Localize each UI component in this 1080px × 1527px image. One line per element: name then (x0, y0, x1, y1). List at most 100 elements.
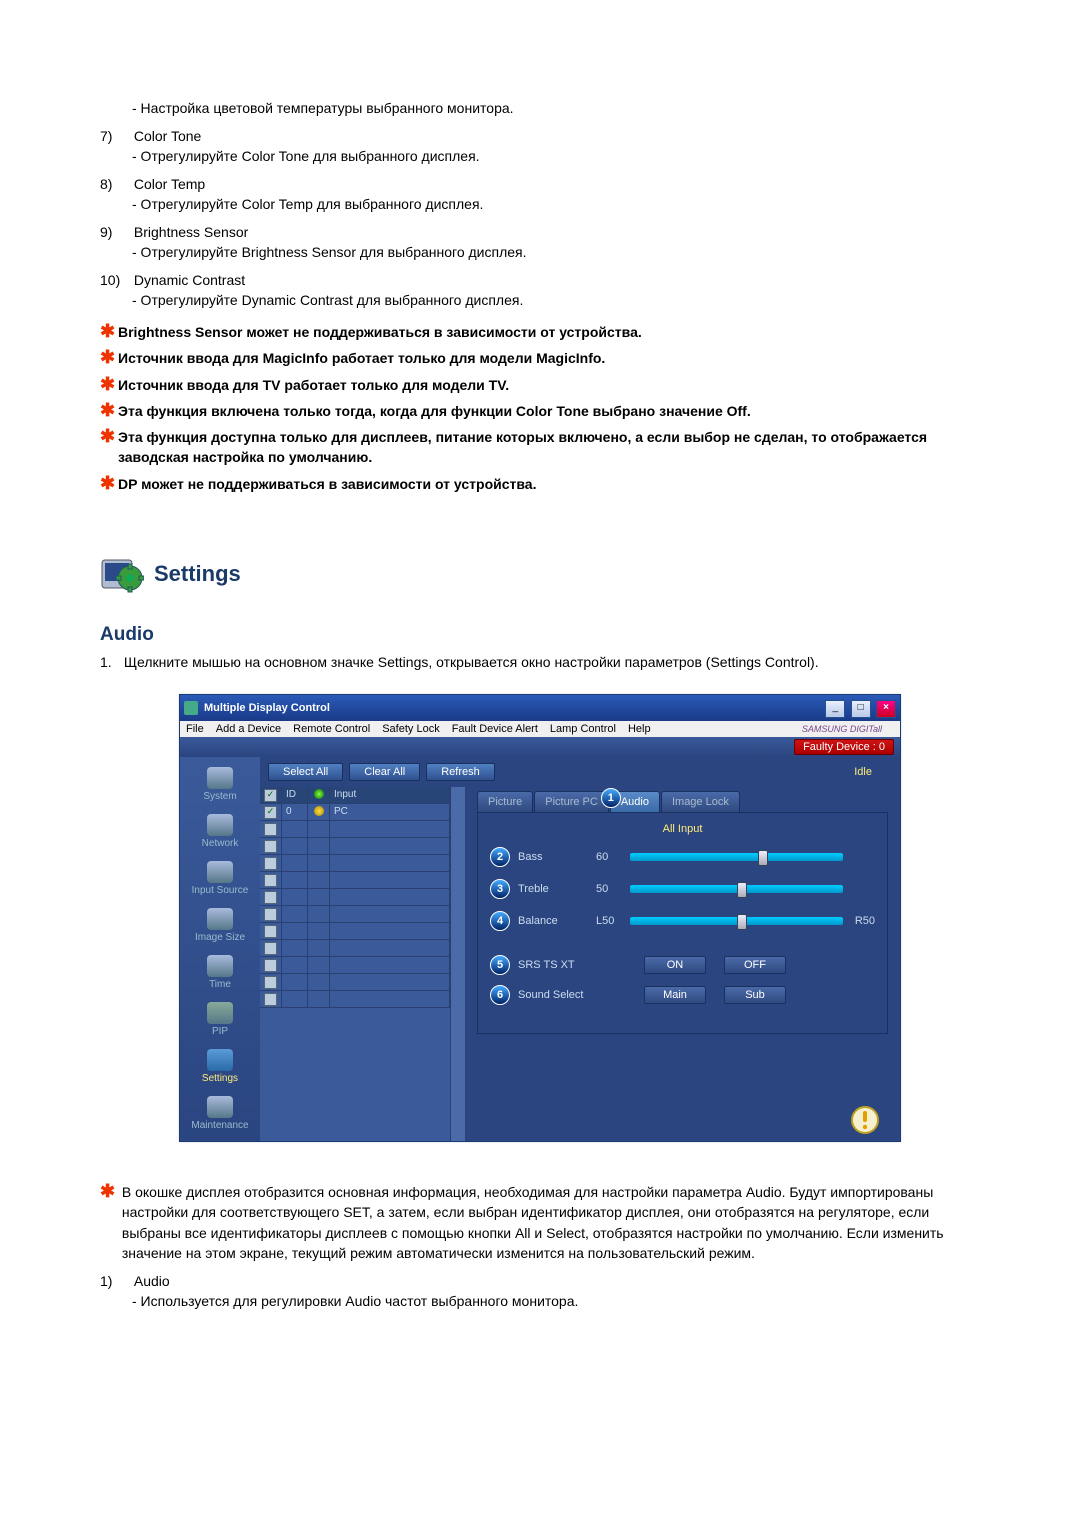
sidebar-item-input-source[interactable]: Input Source (180, 855, 260, 902)
top-desc: - Настройка цветовой температуры выбранн… (132, 100, 980, 116)
star-icon: ✱ (100, 375, 118, 393)
item-num-9: 9) (100, 224, 130, 240)
row-checkbox[interactable] (264, 840, 277, 853)
status-dot-icon (314, 806, 324, 816)
clear-all-button[interactable]: Clear All (349, 763, 420, 781)
sidebar-label: Time (209, 979, 231, 990)
bass-value: 60 (596, 851, 626, 863)
bass-slider[interactable] (630, 853, 843, 861)
system-icon (207, 767, 233, 789)
table-row[interactable]: 0 PC (260, 804, 450, 821)
menu-lamp-control[interactable]: Lamp Control (550, 723, 616, 735)
note-5: Эта функция доступна только для дисплеев… (118, 429, 927, 465)
grid-scrollbar[interactable] (450, 787, 465, 1141)
tab-image-lock[interactable]: Image Lock (661, 791, 740, 812)
menu-add-device[interactable]: Add a Device (216, 723, 281, 735)
bottom-item-num-1: 1) (100, 1273, 130, 1289)
star-icon: ✱ (100, 348, 118, 366)
item-num-7: 7) (100, 128, 130, 144)
bottom-item-desc-1: - Используется для регулировки Audio час… (132, 1293, 980, 1309)
sidebar-item-maintenance[interactable]: Maintenance (180, 1090, 260, 1137)
tab-picture-pc[interactable]: Picture PC (534, 791, 609, 812)
sidebar-item-system[interactable]: System (180, 761, 260, 808)
brand-logo: SAMSUNG DIGITall (802, 724, 882, 734)
menu-remote-control[interactable]: Remote Control (293, 723, 370, 735)
callout-1: 1 (601, 788, 621, 808)
balance-slider[interactable] (630, 917, 843, 925)
item-desc-10: - Отрегулируйте Dynamic Contrast для выб… (132, 292, 980, 308)
row-checkbox[interactable] (264, 891, 277, 904)
bass-label: Bass (518, 851, 596, 863)
menu-help[interactable]: Help (628, 723, 651, 735)
treble-slider[interactable] (630, 885, 843, 893)
table-row[interactable] (260, 923, 450, 940)
table-row[interactable] (260, 957, 450, 974)
table-row[interactable] (260, 991, 450, 1008)
callout-5: 5 (490, 955, 510, 975)
maximize-button[interactable]: □ (851, 700, 871, 718)
table-row[interactable] (260, 889, 450, 906)
mdc-window: Multiple Display Control _ □ × File Add … (179, 694, 901, 1142)
row-checkbox[interactable] (264, 959, 277, 972)
srs-on-button[interactable]: ON (644, 956, 706, 974)
sidebar-item-settings[interactable]: Settings (180, 1043, 260, 1090)
note-1: Brightness Sensor может не поддерживатьс… (118, 324, 642, 340)
table-row[interactable] (260, 906, 450, 923)
star-icon: ✱ (100, 427, 118, 445)
item-desc-7: - Отрегулируйте Color Tone для выбранног… (132, 148, 980, 164)
close-button[interactable]: × (876, 700, 896, 718)
tab-picture[interactable]: Picture (477, 791, 533, 812)
bottom-item-label-1: Audio (134, 1273, 170, 1289)
sidebar-item-network[interactable]: Network (180, 808, 260, 855)
pip-icon (207, 1002, 233, 1024)
sidebar-item-image-size[interactable]: Image Size (180, 902, 260, 949)
balance-value: L50 (596, 915, 626, 927)
menu-fault-device-alert[interactable]: Fault Device Alert (452, 723, 538, 735)
table-row[interactable] (260, 974, 450, 991)
device-grid: ID Input 0 PC (260, 787, 450, 1141)
tab-audio[interactable]: 1 Audio (610, 791, 660, 812)
sidebar-item-time[interactable]: Time (180, 949, 260, 996)
table-row[interactable] (260, 872, 450, 889)
row-checkbox[interactable] (264, 942, 277, 955)
row-checkbox[interactable] (264, 857, 277, 870)
sidebar-item-pip[interactable]: PIP (180, 996, 260, 1043)
grid-header-check[interactable] (260, 787, 282, 803)
row-checkbox[interactable] (264, 993, 277, 1006)
table-row[interactable] (260, 821, 450, 838)
menu-safety-lock[interactable]: Safety Lock (382, 723, 439, 735)
row-checkbox[interactable] (264, 806, 277, 819)
row-checkbox[interactable] (264, 976, 277, 989)
table-row[interactable] (260, 940, 450, 957)
row-checkbox[interactable] (264, 874, 277, 887)
faulty-device-badge[interactable]: Faulty Device : 0 (794, 739, 894, 755)
window-titlebar[interactable]: Multiple Display Control _ □ × (180, 695, 900, 721)
intro-num: 1. (100, 654, 120, 670)
subsection-title-audio: Audio (100, 624, 980, 646)
srs-off-button[interactable]: OFF (724, 956, 786, 974)
callout-4: 4 (490, 911, 510, 931)
note-3: Источник ввода для TV работает только дл… (118, 377, 509, 393)
row-checkbox[interactable] (264, 925, 277, 938)
minimize-button[interactable]: _ (825, 700, 845, 718)
sound-sub-button[interactable]: Sub (724, 986, 786, 1004)
row-checkbox[interactable] (264, 908, 277, 921)
menu-file[interactable]: File (186, 723, 204, 735)
callout-3: 3 (490, 879, 510, 899)
table-row[interactable] (260, 855, 450, 872)
table-row[interactable] (260, 838, 450, 855)
row-checkbox[interactable] (264, 823, 277, 836)
sidebar-label: Settings (202, 1073, 238, 1084)
bottom-note: В окошке дисплея отобразится основная ин… (122, 1184, 944, 1261)
menubar: File Add a Device Remote Control Safety … (180, 721, 900, 737)
input-source-icon (207, 861, 233, 883)
sound-main-button[interactable]: Main (644, 986, 706, 1004)
sidebar-label: PIP (212, 1026, 228, 1037)
select-all-button[interactable]: Select All (268, 763, 343, 781)
balance-end: R50 (847, 915, 875, 927)
item-num-10: 10) (100, 272, 130, 288)
item-desc-8: - Отрегулируйте Color Temp для выбранног… (132, 196, 980, 212)
refresh-button[interactable]: Refresh (426, 763, 495, 781)
balance-label: Balance (518, 915, 596, 927)
sound-select-label: Sound Select (518, 989, 626, 1001)
